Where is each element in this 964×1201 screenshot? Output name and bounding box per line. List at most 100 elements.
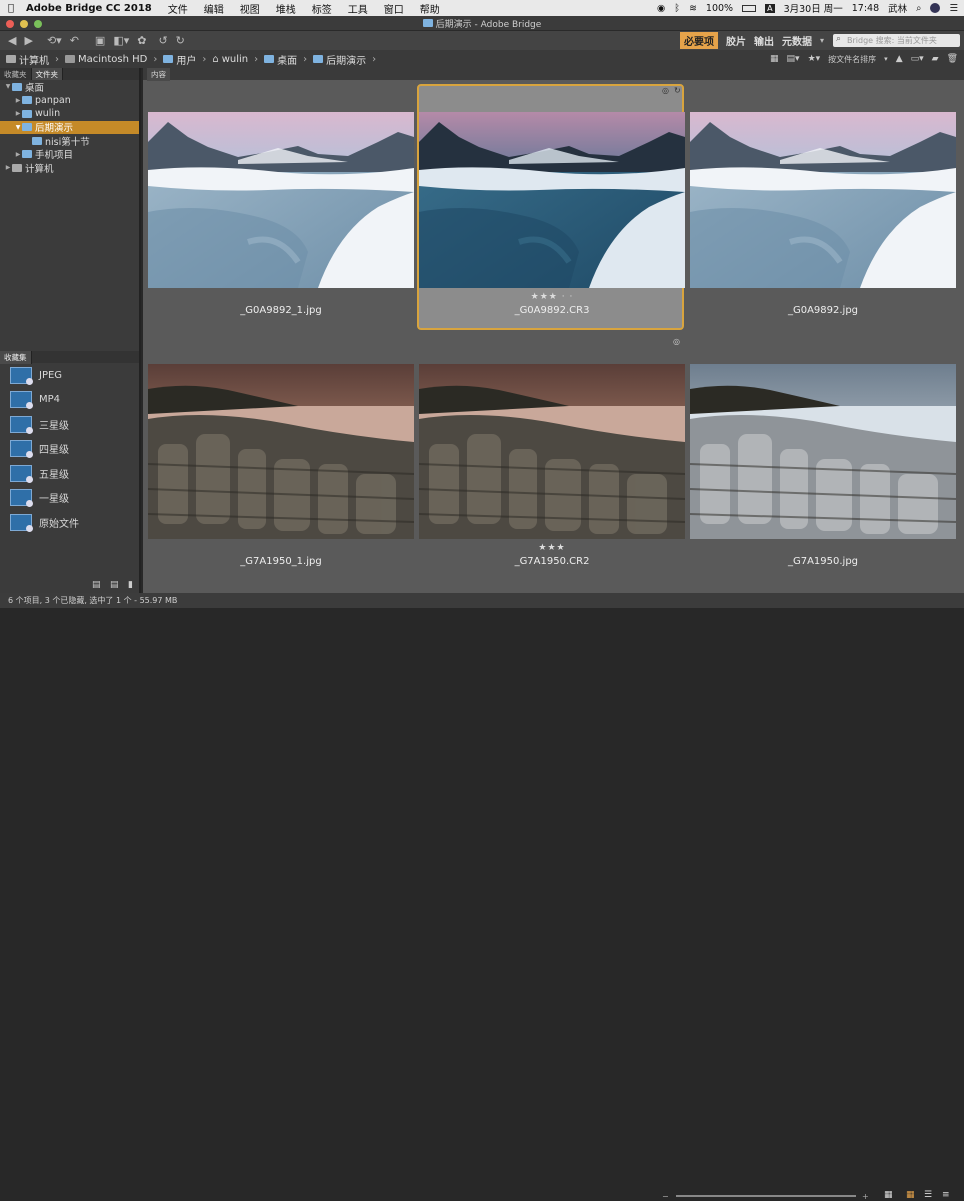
filter-rating-icon[interactable]: ★▾ (808, 54, 821, 64)
thumbnail-2[interactable] (419, 112, 685, 288)
coastal-rocks-photo[interactable] (690, 364, 956, 539)
tab-favorites[interactable]: 收藏夹 (0, 68, 32, 80)
snow-river-photo[interactable] (148, 112, 414, 288)
thumbnail-size-slider[interactable] (676, 1195, 856, 1197)
breadcrumb-macintosh-hd[interactable]: Macintosh HD (65, 54, 147, 65)
tab-content[interactable]: 内容 (147, 68, 170, 81)
open-camera-raw-icon[interactable]: ✿ (137, 34, 146, 47)
rotate-right-icon[interactable]: ↻ (176, 34, 185, 47)
battery-icon[interactable] (742, 4, 757, 12)
tree-item-nisi[interactable]: nisi第十节 (0, 134, 139, 148)
new-folder-icon[interactable]: ▰ (932, 54, 939, 64)
sort-dropdown[interactable]: 按文件名排序 (828, 54, 876, 65)
breadcrumb-wulin[interactable]: ⌂ wulin (212, 54, 248, 65)
snow-river-photo[interactable] (690, 112, 956, 288)
collection-raw[interactable]: 原始文件 (0, 510, 139, 535)
bluetooth-icon[interactable]: ᛒ (674, 3, 680, 14)
menubar-time[interactable]: 17:48 (852, 3, 879, 14)
menu-window[interactable]: 窗口 (376, 1, 412, 16)
tree-item-wulin[interactable]: ▶ wulin (0, 107, 139, 121)
thumbnail-4[interactable] (148, 364, 414, 539)
collection-mp4[interactable]: MP4 (0, 388, 139, 413)
view-thumbnails-icon[interactable]: ▦ (906, 1190, 915, 1200)
workspace-metadata[interactable]: 元数据 (782, 33, 812, 48)
view-quality-icon[interactable]: ▦ (770, 54, 779, 64)
rotate-left-icon[interactable]: ↺ (158, 34, 167, 47)
collection-one-star[interactable]: 一星级 (0, 486, 139, 511)
thumbnail-filename[interactable]: _G0A9892.jpg (690, 305, 956, 316)
thumbnail-filename[interactable]: _G0A9892.CR3 (419, 305, 685, 316)
view-details-icon[interactable]: ☰ (924, 1190, 932, 1200)
return-icon[interactable]: ↶ (70, 34, 79, 47)
wifi-icon[interactable]: ≋ (689, 3, 697, 14)
workspace-output[interactable]: 输出 (754, 33, 774, 48)
thumbnail-filename[interactable]: _G0A9892_1.jpg (148, 305, 414, 316)
input-method-icon[interactable]: A (765, 3, 775, 13)
menubar-date[interactable]: 3月30日 周一 (784, 1, 843, 15)
camera-import-icon[interactable]: ▣ (95, 34, 105, 47)
new-smart-collection-icon[interactable]: ▤ (92, 580, 101, 590)
record-icon[interactable]: ◉ (657, 3, 665, 14)
thumbnail-filename[interactable]: _G7A1950.jpg (690, 556, 956, 567)
delete-collection-icon[interactable]: ▮ (128, 580, 133, 590)
workspace-dropdown-icon[interactable]: ▾ (820, 36, 824, 45)
menu-help[interactable]: 帮助 (412, 1, 448, 16)
collection-three-star[interactable]: 三星级 (0, 412, 139, 437)
thumbnail-filename[interactable]: _G7A1950_1.jpg (148, 556, 414, 567)
thumbnail-5[interactable] (419, 364, 685, 539)
tree-item-computer[interactable]: ▶ 计算机 (0, 161, 139, 175)
zoom-out-icon[interactable]: − (662, 1192, 669, 1201)
menu-file[interactable]: 文件 (160, 1, 196, 16)
stack-badge-icon[interactable]: ◎ (662, 86, 669, 95)
breadcrumb-users[interactable]: 用户 (163, 52, 196, 67)
menu-edit[interactable]: 编辑 (196, 1, 232, 16)
trash-icon[interactable]: 🗑 (947, 54, 958, 64)
back-icon[interactable]: ◀ (8, 34, 16, 47)
tree-item-current-folder[interactable]: ▼ 后期演示 (0, 120, 139, 134)
thumbnail-filename[interactable]: _G7A1950.CR2 (419, 556, 685, 567)
menu-label[interactable]: 标签 (304, 1, 340, 16)
breadcrumb-current-folder[interactable]: 后期演示 (313, 52, 366, 67)
workspace-filmstrip[interactable]: 胶片 (726, 33, 746, 48)
thumbnail-rating[interactable]: ★★★ (419, 543, 685, 553)
collection-five-star[interactable]: 五星级 (0, 461, 139, 486)
coastal-rocks-photo[interactable] (419, 364, 685, 539)
siri-icon[interactable] (930, 3, 941, 13)
collection-jpeg[interactable]: JPEG (0, 363, 139, 388)
zoom-in-icon[interactable]: + (862, 1192, 869, 1201)
stack-badge-icon[interactable]: ◎ (673, 337, 680, 346)
expand-right-icon[interactable]: ▶ (14, 97, 22, 104)
review-mode-icon[interactable]: ▤▾ (787, 54, 800, 64)
apple-icon[interactable]:  (0, 3, 22, 14)
thumbnail-6[interactable] (690, 364, 956, 539)
open-recent-icon[interactable]: ▭▾ (911, 54, 924, 64)
thumbnail-rating[interactable]: ★★★ · · (419, 292, 685, 302)
expand-right-icon[interactable]: ▶ (14, 151, 22, 158)
zoom-window-icon[interactable] (34, 20, 42, 28)
sort-dropdown-icon[interactable]: ▾ (884, 55, 888, 63)
expand-right-icon[interactable]: ▶ (4, 164, 12, 171)
spotlight-icon[interactable]: ⌕ (916, 3, 921, 14)
menu-stack[interactable]: 堆栈 (268, 1, 304, 16)
breadcrumb-computer[interactable]: 计算机 (6, 52, 49, 67)
tree-item-phone-project[interactable]: ▶ 手机项目 (0, 148, 139, 161)
snow-river-photo[interactable] (419, 112, 685, 288)
notification-center-icon[interactable]: ☰ (949, 3, 958, 14)
sort-ascending-icon[interactable]: ▲ (896, 54, 903, 64)
close-window-icon[interactable] (6, 20, 14, 28)
tree-item-desktop[interactable]: ▼ 桌面 (0, 80, 139, 94)
search-input[interactable]: Bridge 搜索: 当前文件夹 (833, 34, 960, 47)
menu-view[interactable]: 视图 (232, 1, 268, 16)
expand-down-icon[interactable]: ▼ (14, 124, 22, 131)
coastal-rocks-photo[interactable] (148, 364, 414, 539)
thumbnail-3[interactable] (690, 112, 956, 288)
lock-grid-icon[interactable]: ▦ (884, 1190, 893, 1200)
app-menu[interactable]: Adobe Bridge CC 2018 (22, 3, 160, 14)
thumbnail-1[interactable] (148, 112, 414, 288)
expand-down-icon[interactable]: ▼ (4, 83, 12, 90)
recent-folder-icon[interactable]: ⟲▾ (47, 34, 62, 47)
menubar-user[interactable]: 武林 (888, 1, 907, 15)
expand-right-icon[interactable]: ▶ (14, 110, 22, 117)
new-collection-icon[interactable]: ▤ (110, 580, 119, 590)
breadcrumb-desktop[interactable]: 桌面 (264, 52, 297, 67)
